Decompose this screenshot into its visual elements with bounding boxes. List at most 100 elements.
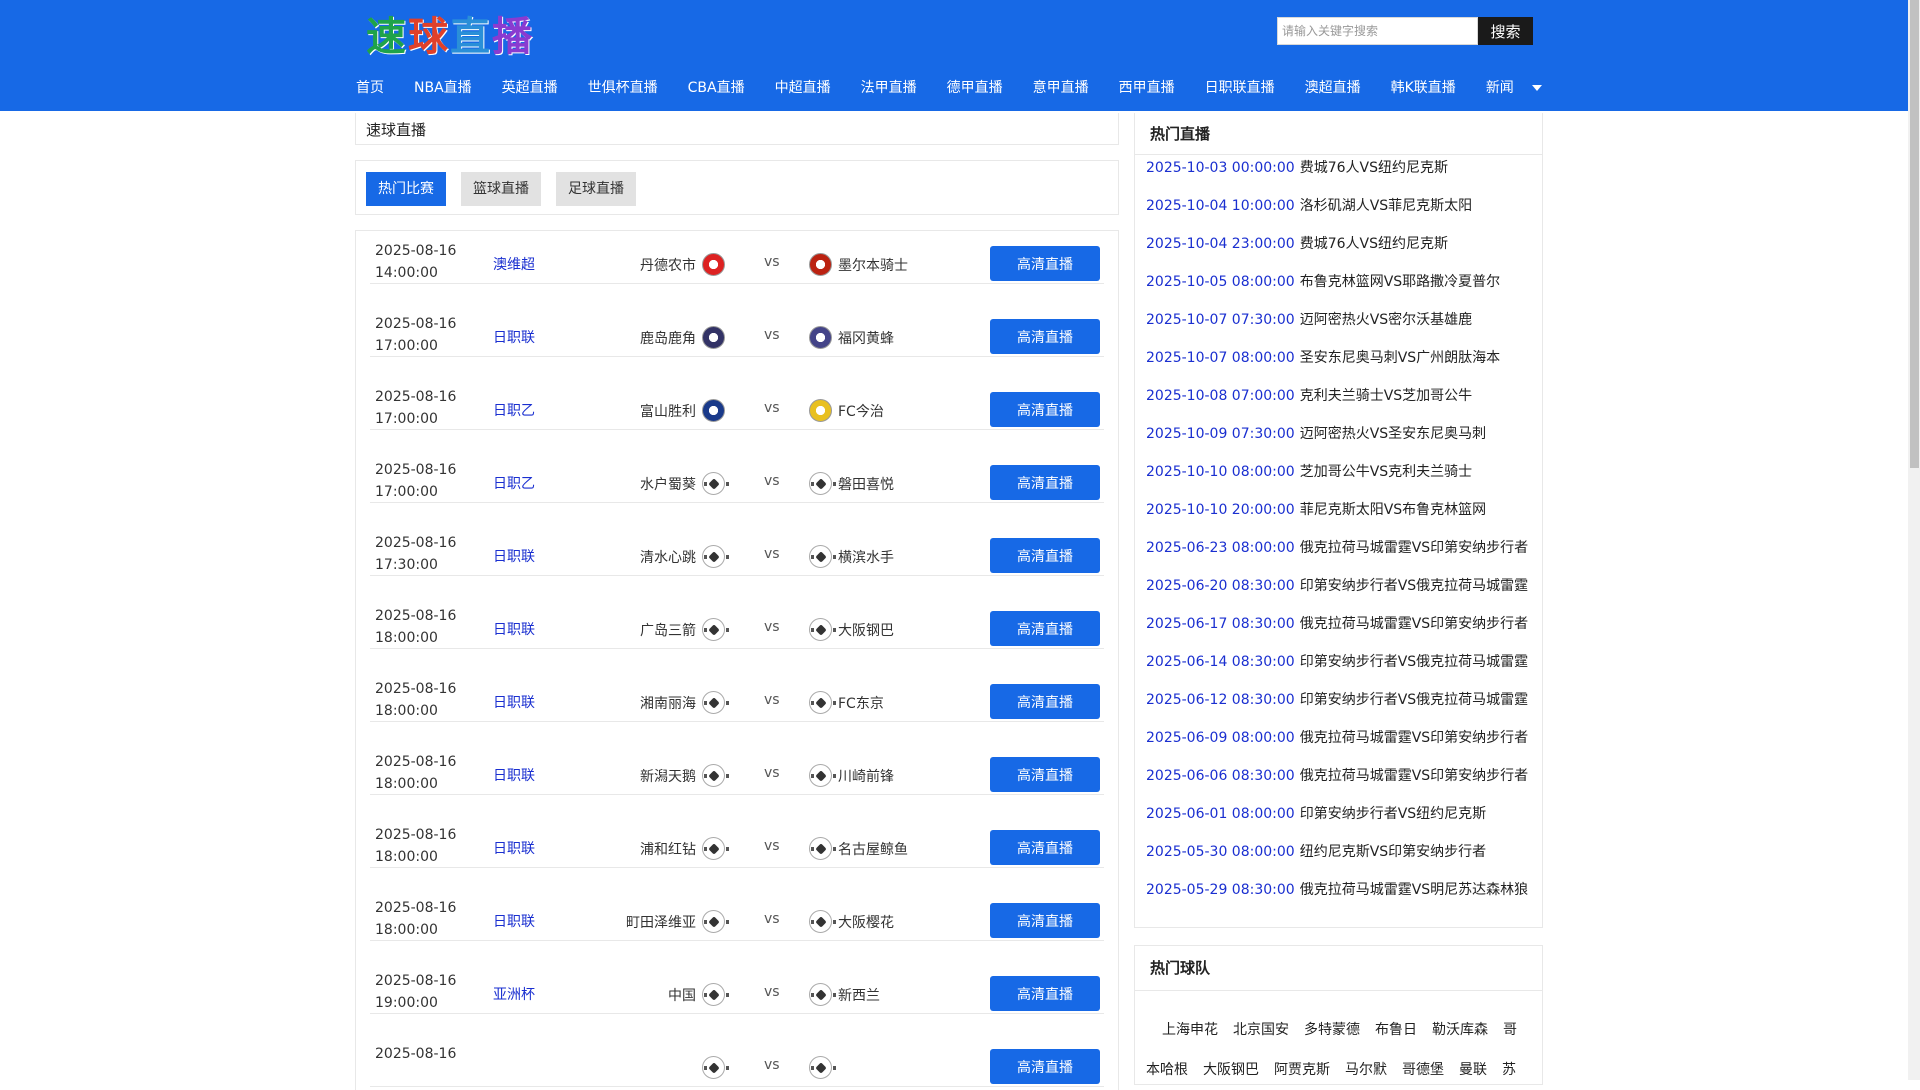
hot-live-item[interactable]: 2025-10-07 08:00:00 圣安东尼奥马刺VS广州朗肽海本	[1146, 347, 1500, 367]
away-team[interactable]	[809, 1056, 838, 1079]
home-team[interactable]: 清水心跳	[640, 545, 729, 568]
home-team[interactable]: 鹿岛鹿角	[640, 326, 725, 349]
home-team[interactable]	[696, 1056, 729, 1079]
match-league[interactable]: 日职联	[493, 838, 535, 858]
hot-live-item[interactable]: 2025-10-04 23:00:00 费城76人VS纽约尼克斯	[1146, 233, 1448, 253]
hot-live-item[interactable]: 2025-06-09 08:00:00 俄克拉荷马城雷霆VS印第安纳步行者	[1146, 727, 1528, 747]
team-tag[interactable]: 上海申花	[1162, 1019, 1218, 1039]
nav-item[interactable]: NBA直播	[414, 77, 472, 97]
nav-item[interactable]: 西甲直播	[1119, 77, 1175, 97]
hot-live-item[interactable]: 2025-05-30 08:00:00 纽约尼克斯VS印第安纳步行者	[1146, 841, 1486, 861]
home-team[interactable]: 中国	[668, 983, 729, 1006]
home-team[interactable]: 水户蜀葵	[640, 472, 729, 495]
watch-live-button[interactable]: 高清直播	[990, 1049, 1100, 1084]
nav-item[interactable]: 德甲直播	[947, 77, 1003, 97]
home-team[interactable]: 浦和红钻	[640, 837, 729, 860]
team-tag[interactable]: 阿贾克斯	[1274, 1059, 1330, 1079]
watch-live-button[interactable]: 高清直播	[990, 684, 1100, 719]
watch-live-button[interactable]: 高清直播	[990, 757, 1100, 792]
team-tag[interactable]: 曼联	[1459, 1059, 1487, 1079]
breadcrumb-home[interactable]: 速球直播	[366, 121, 426, 139]
team-tag[interactable]: 苏	[1502, 1059, 1516, 1079]
hot-live-item[interactable]: 2025-06-01 08:00:00 印第安纳步行者VS纽约尼克斯	[1146, 803, 1486, 823]
tab-0[interactable]: 热门比赛	[366, 172, 446, 206]
match-league[interactable]: 日职联	[493, 546, 535, 566]
site-logo[interactable]: 速球直播	[366, 9, 534, 60]
team-tag[interactable]: 布鲁日	[1375, 1019, 1417, 1039]
hot-live-item[interactable]: 2025-06-23 08:00:00 俄克拉荷马城雷霆VS印第安纳步行者	[1146, 537, 1528, 557]
away-team[interactable]: 新西兰	[809, 983, 880, 1006]
nav-item[interactable]: 日职联直播	[1205, 77, 1275, 97]
team-tag[interactable]: 本哈根	[1146, 1059, 1188, 1079]
away-team[interactable]: 墨尔本骑士	[809, 253, 908, 276]
search-button[interactable]: 搜索	[1478, 17, 1533, 45]
watch-live-button[interactable]: 高清直播	[990, 246, 1100, 281]
team-tag[interactable]: 马尔默	[1345, 1059, 1387, 1079]
match-league[interactable]: 亚洲杯	[493, 984, 535, 1004]
match-league[interactable]: 日职联	[493, 692, 535, 712]
away-team[interactable]: 名古屋鲸鱼	[809, 837, 908, 860]
away-team[interactable]: FC东京	[809, 691, 884, 714]
tab-1[interactable]: 篮球直播	[461, 172, 541, 206]
watch-live-button[interactable]: 高清直播	[990, 538, 1100, 573]
watch-live-button[interactable]: 高清直播	[990, 903, 1100, 938]
hot-live-item[interactable]: 2025-10-09 07:30:00 迈阿密热火VS圣安东尼奥马刺	[1146, 423, 1486, 443]
away-team[interactable]: 大阪樱花	[809, 910, 894, 933]
away-team[interactable]: 磐田喜悦	[809, 472, 894, 495]
nav-item-news[interactable]: 新闻	[1486, 77, 1542, 97]
hot-live-item[interactable]: 2025-10-04 10:00:00 洛杉矶湖人VS菲尼克斯太阳	[1146, 195, 1472, 215]
hot-live-item[interactable]: 2025-06-12 08:30:00 印第安纳步行者VS俄克拉荷马城雷霆	[1146, 689, 1528, 709]
away-team[interactable]: 福冈黄蜂	[809, 326, 894, 349]
watch-live-button[interactable]: 高清直播	[990, 319, 1100, 354]
team-tag[interactable]: 哥	[1503, 1019, 1517, 1039]
home-team[interactable]: 富山胜利	[640, 399, 725, 422]
team-tag[interactable]: 哥德堡	[1402, 1059, 1444, 1079]
match-league[interactable]: 日职乙	[493, 400, 535, 420]
hot-live-item[interactable]: 2025-06-06 08:30:00 俄克拉荷马城雷霆VS印第安纳步行者	[1146, 765, 1528, 785]
hot-live-item[interactable]: 2025-10-03 00:00:00 费城76人VS纽约尼克斯	[1146, 157, 1448, 177]
home-team[interactable]: 湘南丽海	[640, 691, 729, 714]
team-tag[interactable]: 大阪钢巴	[1203, 1059, 1259, 1079]
nav-item[interactable]: 韩K联直播	[1391, 77, 1456, 97]
nav-item[interactable]: 中超直播	[775, 77, 831, 97]
hot-live-item[interactable]: 2025-05-29 08:30:00 俄克拉荷马城雷霆VS明尼苏达森林狼	[1146, 879, 1528, 899]
nav-item[interactable]: 法甲直播	[861, 77, 917, 97]
nav-item[interactable]: 英超直播	[502, 77, 558, 97]
team-tag[interactable]: 勒沃库森	[1432, 1019, 1488, 1039]
watch-live-button[interactable]: 高清直播	[990, 392, 1100, 427]
match-league[interactable]: 澳维超	[493, 254, 535, 274]
hot-live-item[interactable]: 2025-06-14 08:30:00 印第安纳步行者VS俄克拉荷马城雷霆	[1146, 651, 1528, 671]
tab-2[interactable]: 足球直播	[556, 172, 636, 206]
scrollbar-thumb[interactable]	[1910, 0, 1919, 468]
hot-live-item[interactable]: 2025-10-10 08:00:00 芝加哥公牛VS克利夫兰骑士	[1146, 461, 1472, 481]
hot-live-item[interactable]: 2025-10-07 07:30:00 迈阿密热火VS密尔沃基雄鹿	[1146, 309, 1472, 329]
team-tag[interactable]: 多特蒙德	[1304, 1019, 1360, 1039]
nav-item[interactable]: 意甲直播	[1033, 77, 1089, 97]
nav-item[interactable]: CBA直播	[688, 77, 745, 97]
nav-item[interactable]: 世俱杯直播	[588, 77, 658, 97]
home-team[interactable]: 丹德农市	[640, 253, 725, 276]
match-league[interactable]: 日职联	[493, 911, 535, 931]
away-team[interactable]: 川崎前锋	[809, 764, 894, 787]
away-team[interactable]: 横滨水手	[809, 545, 894, 568]
hot-live-item[interactable]: 2025-10-05 08:00:00 布鲁克林篮网VS耶路撒冷夏普尔	[1146, 271, 1500, 291]
home-team[interactable]: 广岛三箭	[640, 618, 729, 641]
nav-item[interactable]: 首页	[356, 77, 384, 97]
watch-live-button[interactable]: 高清直播	[990, 611, 1100, 646]
away-team[interactable]: FC今治	[809, 399, 884, 422]
away-team[interactable]: 大阪钢巴	[809, 618, 894, 641]
hot-live-item[interactable]: 2025-06-20 08:30:00 印第安纳步行者VS俄克拉荷马城雷霆	[1146, 575, 1528, 595]
match-league[interactable]: 日职联	[493, 619, 535, 639]
hot-live-item[interactable]: 2025-06-17 08:30:00 俄克拉荷马城雷霆VS印第安纳步行者	[1146, 613, 1528, 633]
search-input[interactable]	[1277, 17, 1478, 45]
match-league[interactable]: 日职联	[493, 765, 535, 785]
team-tag[interactable]: 北京国安	[1233, 1019, 1289, 1039]
watch-live-button[interactable]: 高清直播	[990, 976, 1100, 1011]
hot-live-item[interactable]: 2025-10-10 20:00:00 菲尼克斯太阳VS布鲁克林篮网	[1146, 499, 1486, 519]
match-league[interactable]: 日职乙	[493, 473, 535, 493]
home-team[interactable]: 町田泽维亚	[626, 910, 729, 933]
home-team[interactable]: 新潟天鹅	[640, 764, 729, 787]
watch-live-button[interactable]: 高清直播	[990, 830, 1100, 865]
watch-live-button[interactable]: 高清直播	[990, 465, 1100, 500]
match-league[interactable]: 日职联	[493, 327, 535, 347]
